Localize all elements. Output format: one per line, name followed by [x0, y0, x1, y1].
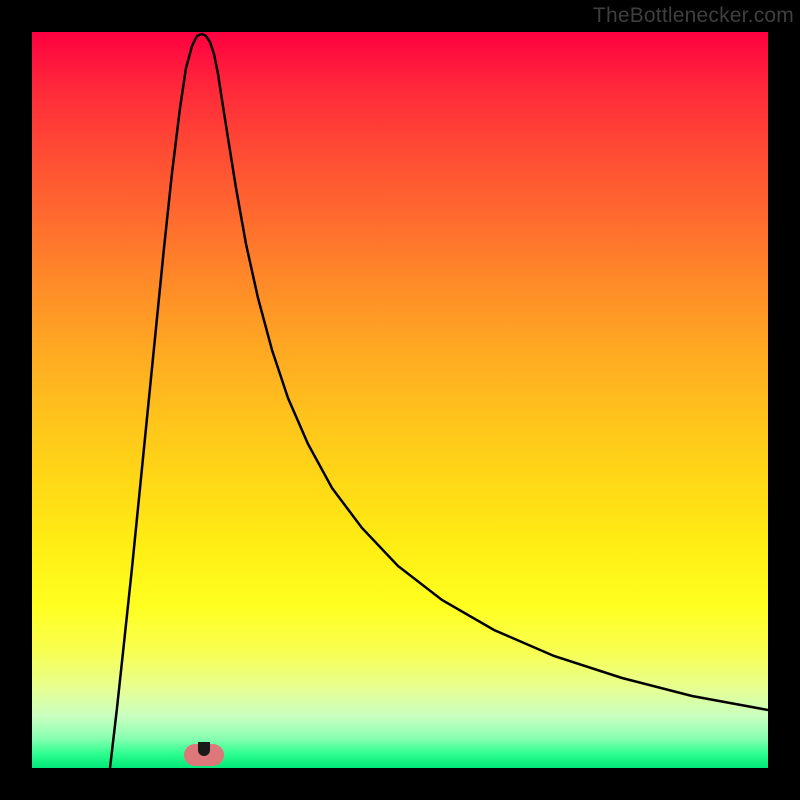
watermark-text: TheBottlenecker.com	[593, 4, 794, 28]
bottleneck-curve	[32, 32, 768, 768]
chart-frame: TheBottlenecker.com	[0, 0, 800, 800]
plot-area	[32, 32, 768, 768]
minimum-marker-notch	[198, 742, 210, 756]
